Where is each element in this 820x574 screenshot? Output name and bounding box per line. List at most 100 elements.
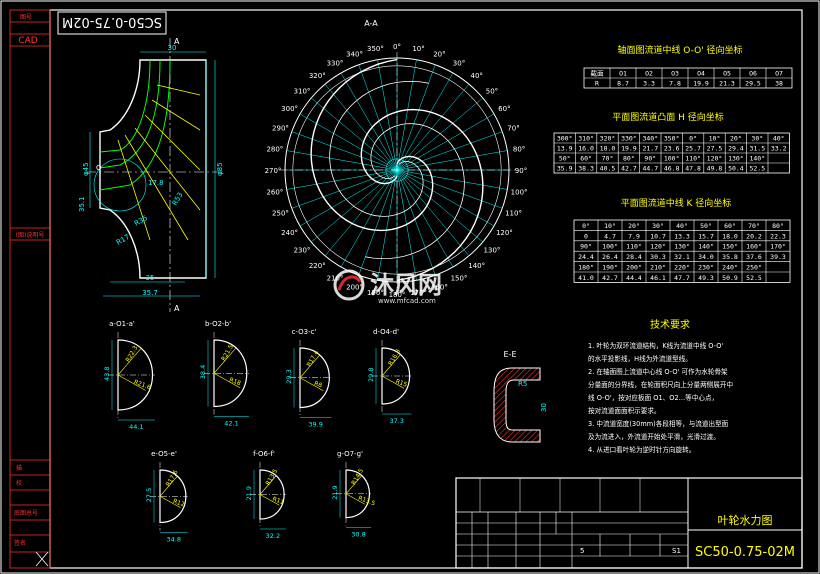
table-cell: 120° bbox=[650, 243, 666, 251]
table-h-radius: 300° 310° 320° 330° 340° 350° 0° 10° 20° 30° 40° 13… bbox=[553, 132, 790, 174]
dim-r53: R53 bbox=[171, 191, 185, 207]
section-label: b-O2-b' bbox=[205, 320, 231, 328]
tech-notes-title: 技术要求 bbox=[650, 318, 690, 331]
table-cell: 340° bbox=[642, 135, 658, 143]
table-cell: 39.3 bbox=[770, 253, 786, 261]
section-ee-label: E-E bbox=[504, 350, 517, 359]
drawing-title: 叶轮水力图 bbox=[718, 513, 773, 527]
tech-note-line: 2. 在轴面图上流道中心线 O-O' 可作为水轮骨架 bbox=[588, 367, 728, 376]
table-cell: O3 bbox=[671, 70, 679, 78]
table-cell: 110° bbox=[626, 243, 642, 251]
table-cell: 19.9 bbox=[693, 80, 709, 88]
table-cell: 150° bbox=[722, 243, 738, 251]
dim-17-8: 17.8 bbox=[148, 179, 164, 187]
section-label: g-O7-g' bbox=[337, 450, 363, 458]
table-cell: 16.0 bbox=[578, 145, 594, 153]
table-cell: 190° bbox=[602, 264, 618, 272]
rotated-drawing-number-text: SC50-0.75-02M bbox=[62, 14, 162, 29]
table-cell: 210° bbox=[650, 264, 666, 272]
section-label: e-O5-e' bbox=[151, 450, 177, 458]
strip-label-3: 底图总号 bbox=[14, 509, 38, 517]
table-cell: 47.7 bbox=[674, 274, 690, 282]
spiral-curve bbox=[360, 108, 484, 282]
table-cell: R bbox=[595, 80, 599, 88]
strip-label-2: 校 bbox=[16, 479, 22, 487]
table-cell: 23.6 bbox=[664, 145, 680, 153]
section-4: d-O4-d' 29.8 37.3 R16.8 R15 bbox=[367, 328, 412, 425]
table-cell: 44.4 bbox=[626, 274, 642, 282]
table-cell: 7.9 bbox=[628, 232, 640, 240]
table-cell: 4.7 bbox=[604, 232, 616, 240]
table-cell: 52.5 bbox=[746, 274, 762, 282]
table-cell: 60° bbox=[580, 155, 592, 163]
table-cell: O7 bbox=[775, 70, 783, 78]
table-cell: 28.4 bbox=[626, 253, 642, 261]
section-r1: R16.8 bbox=[387, 348, 402, 367]
table-cell: 30° bbox=[751, 135, 763, 143]
angle-label: 20° bbox=[433, 50, 445, 58]
table-cell: 25.7 bbox=[685, 145, 701, 153]
section-r2: R15 bbox=[395, 378, 409, 389]
section-height: 27.5 bbox=[145, 488, 153, 502]
table-cell: 37.6 bbox=[746, 253, 762, 261]
section-7: g-O7-g'21.930.8R14.5R13.5 bbox=[331, 450, 376, 539]
table-cell: O2 bbox=[645, 70, 653, 78]
section-label: c-O3-c' bbox=[292, 328, 317, 336]
angle-label: 340° bbox=[346, 50, 363, 58]
angle-label: 260° bbox=[266, 189, 283, 197]
table-cell: 40° bbox=[773, 135, 785, 143]
dim-r17: R17 bbox=[115, 233, 131, 247]
dim-35-1: 35.1 bbox=[78, 196, 86, 212]
drawing-number: SC50-0.75-02M bbox=[695, 545, 795, 560]
angle-label: 250° bbox=[272, 209, 289, 217]
angle-label: 290° bbox=[272, 125, 289, 133]
strip-label-5: 签名 bbox=[14, 539, 26, 547]
table-cell: 100° bbox=[602, 243, 618, 251]
table-cell: 18.0 bbox=[600, 145, 616, 153]
tech-note-line: 分量面的分界线，在轮面积尺向上分量两侧展开中 bbox=[588, 380, 733, 389]
table-cell: 170° bbox=[770, 243, 786, 251]
angle-label: 50° bbox=[486, 87, 498, 95]
table-cell: 110° bbox=[685, 155, 701, 163]
table-cell: 0° bbox=[582, 222, 590, 230]
angle-label: 60° bbox=[498, 105, 510, 113]
angle-label: 70° bbox=[507, 125, 519, 133]
table-cell: 50° bbox=[559, 155, 571, 163]
tech-note-line: 4. 从进口看叶轮为逆时针方向旋转。 bbox=[588, 445, 695, 454]
table-cell: 46.8 bbox=[664, 165, 680, 173]
table-cell: 50° bbox=[700, 222, 712, 230]
section-height: 21.9 bbox=[245, 486, 253, 500]
section-width: 37.3 bbox=[389, 417, 403, 425]
table-cell: 180° bbox=[578, 264, 594, 272]
table-cell: 42.7 bbox=[621, 165, 637, 173]
table-cell: O4 bbox=[697, 70, 705, 78]
watermark-main: 沐风网 bbox=[370, 271, 442, 299]
table-cell: 38.3 bbox=[578, 165, 594, 173]
table-cell: 19.9 bbox=[621, 145, 637, 153]
watermark-sub: www.mfcad.com bbox=[378, 297, 436, 305]
table-cell: O6 bbox=[749, 70, 757, 78]
table-cell: 200° bbox=[626, 264, 642, 272]
sheet-count: 5 bbox=[580, 547, 584, 555]
table-cell: 44.7 bbox=[642, 165, 658, 173]
table-cell: 18.0 bbox=[722, 232, 738, 240]
angle-label: 330° bbox=[327, 60, 344, 68]
strip-mid-label: (图)说明号 bbox=[16, 231, 45, 239]
label-o: O bbox=[96, 164, 102, 172]
table-cell: 27.5 bbox=[707, 145, 723, 153]
table1-title: 轴面图流道中线 O-O' 径向坐标 bbox=[617, 44, 742, 56]
table-cell: 40° bbox=[676, 222, 688, 230]
table-cell: 21.3 bbox=[719, 80, 735, 88]
table-cell: 31.5 bbox=[749, 145, 765, 153]
table-cell: 80° bbox=[772, 222, 784, 230]
table-cell: 20° bbox=[730, 135, 742, 143]
dim-35: 35 bbox=[146, 274, 155, 282]
section-r2: R8 bbox=[313, 380, 323, 389]
table-cell: 300° bbox=[557, 135, 573, 143]
angle-label: 140° bbox=[468, 262, 485, 270]
table3-title: 平面图流道中线 K 径向坐标 bbox=[621, 197, 732, 209]
section-r2: R18 bbox=[228, 377, 242, 388]
spiral-curve bbox=[310, 58, 434, 232]
table-meridian-radius: 截面 O1 O2 O3 O4 O5 O6 O7 R 8.7 3.3 7.8 19.9 21.3 29.5 38 bbox=[583, 67, 793, 89]
table-cell: 160° bbox=[746, 243, 762, 251]
